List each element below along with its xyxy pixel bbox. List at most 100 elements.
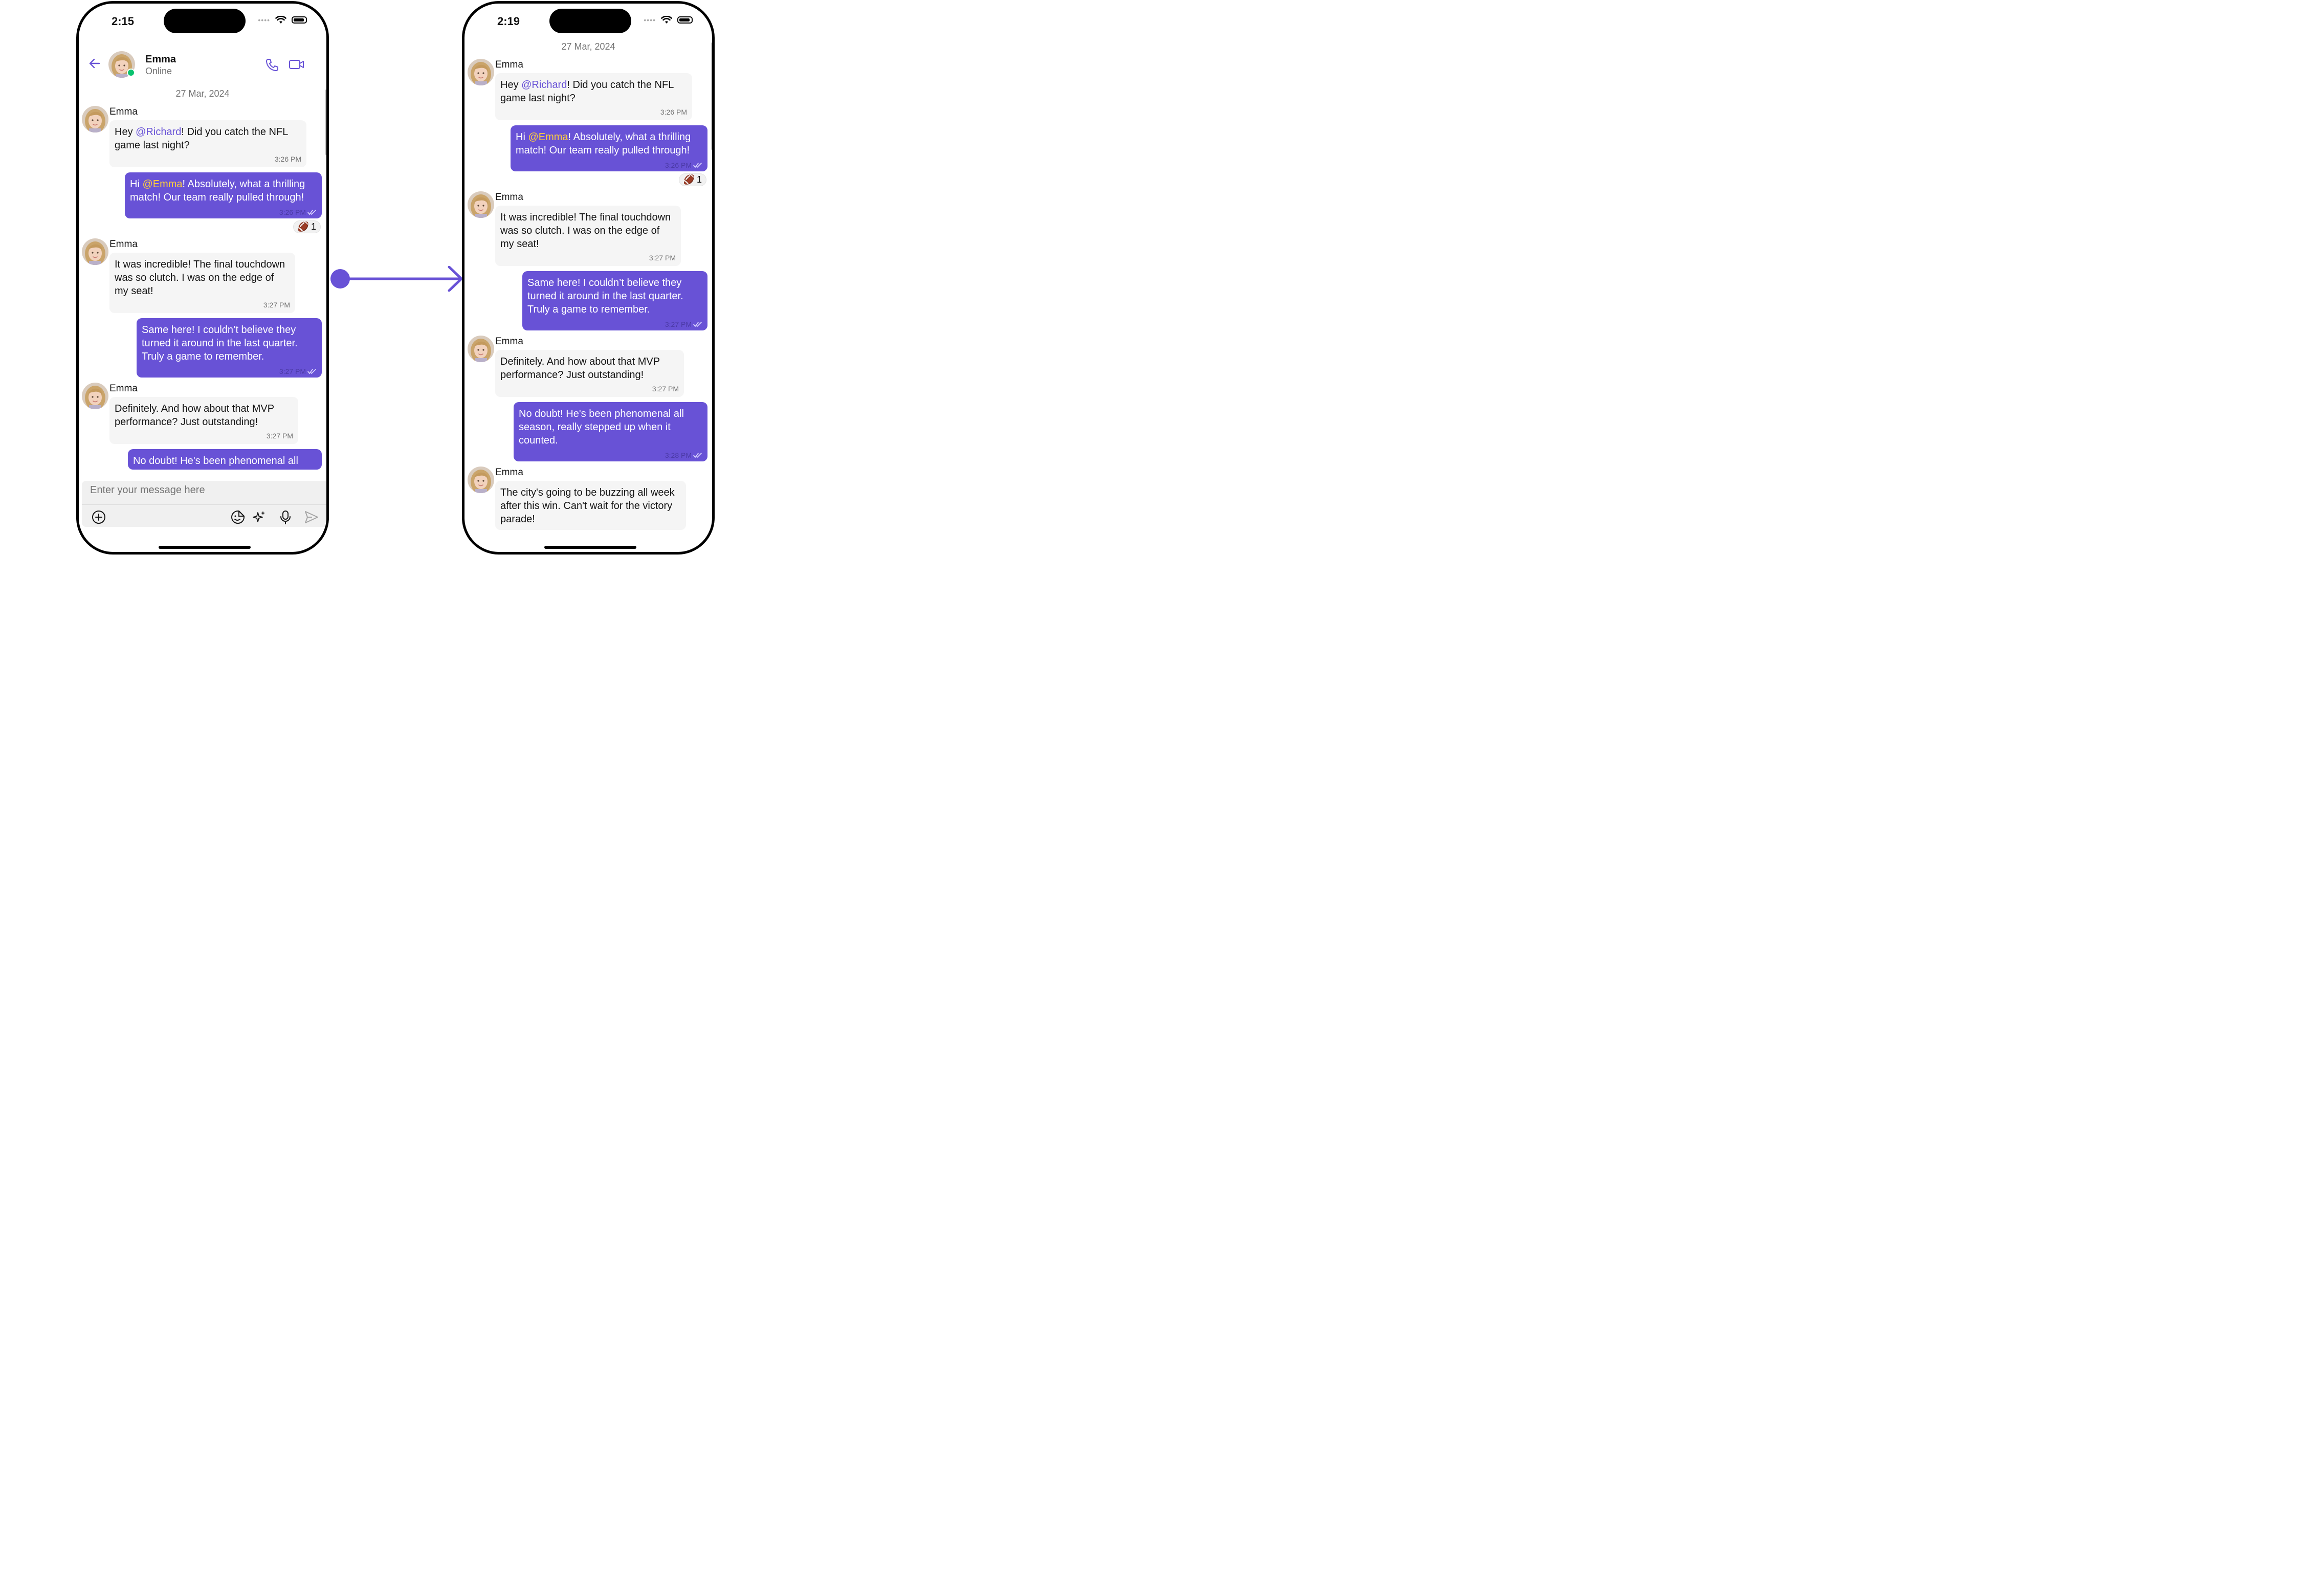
double-check-icon	[693, 322, 702, 327]
status-time: 2:15	[112, 15, 135, 28]
video-call-icon[interactable]	[289, 59, 305, 70]
reaction-count: 1	[311, 221, 316, 232]
message-incoming: Emma Hey @Richard! Did you catch the NFL…	[464, 59, 712, 120]
mention[interactable]: @Emma	[528, 131, 568, 143]
message-time: 3:26 PM	[660, 108, 687, 116]
message-input[interactable]	[89, 484, 316, 497]
message-bubble[interactable]: Hi @Emma! Absolutely, what a thrilling m…	[511, 125, 707, 171]
message-time: 3:26 PM	[274, 155, 301, 163]
dynamic-island	[164, 9, 246, 33]
message-text: Definitely. And how about that MVP perfo…	[115, 403, 274, 428]
message-outgoing: Hi @Emma! Absolutely, what a thrilling m…	[79, 172, 326, 233]
message-bubble[interactable]: Hey @Richard! Did you catch the NFL game…	[495, 73, 692, 120]
message-time: 3:27 PM	[665, 320, 692, 328]
add-attachment-icon[interactable]	[91, 509, 106, 525]
message-text: Hi @Emma! Absolutely, what a thrilling m…	[516, 131, 691, 156]
contact-status: Online	[145, 66, 172, 76]
mention[interactable]: @Richard	[136, 126, 181, 138]
message-bubble[interactable]: Same here! I couldn’t believe they turne…	[522, 271, 707, 330]
send-icon[interactable]	[304, 509, 319, 525]
sender-name: Emma	[109, 383, 138, 394]
message-time: 3:26 PM	[279, 208, 306, 216]
status-time: 2:19	[497, 15, 520, 28]
avatar[interactable]	[468, 191, 494, 218]
message-text: It was incredible! The final touchdown w…	[115, 259, 285, 297]
football-emoji: 🏈	[297, 221, 309, 232]
composer-divider	[82, 504, 326, 505]
sender-name: Emma	[109, 239, 138, 250]
phone-after: 2:19 •••• 27 Mar, 2024 Emma Hey @Richard…	[462, 1, 715, 555]
dynamic-island	[549, 9, 631, 33]
message-bubble[interactable]: Hi @Emma! Absolutely, what a thrilling m…	[125, 172, 322, 218]
message-incoming: Emma Definitely. And how about that MVP …	[464, 336, 712, 397]
double-check-icon	[307, 369, 316, 374]
message-text: Same here! I couldn’t believe they turne…	[142, 324, 298, 362]
battery-icon	[677, 16, 693, 24]
double-check-icon	[307, 210, 316, 215]
message-time: 3:26 PM	[665, 161, 692, 169]
message-text: No doubt! He's been phenomenal all seaso…	[519, 408, 684, 446]
ai-sparkle-icon[interactable]	[252, 509, 267, 525]
avatar[interactable]	[468, 467, 494, 493]
football-emoji: 🏈	[683, 174, 695, 185]
avatar[interactable]	[82, 106, 108, 132]
message-bubble[interactable]: Definitely. And how about that MVP perfo…	[109, 397, 298, 444]
message-bubble[interactable]: It was incredible! The final touchdown w…	[495, 206, 681, 266]
message-time: 3:28 PM	[665, 451, 692, 459]
message-bubble[interactable]: No doubt! He's been phenomenal all seaso…	[514, 402, 707, 461]
message-incoming: Emma It was incredible! The final touchd…	[464, 191, 712, 266]
signal-icon: ••••	[258, 16, 270, 24]
avatar[interactable]	[468, 59, 494, 85]
message-meta: 3:27 PM	[142, 367, 317, 375]
mention[interactable]: @Richard	[521, 79, 567, 91]
message-bubble[interactable]: Same here! I couldn’t believe they turne…	[137, 318, 322, 378]
date-separator: 27 Mar, 2024	[561, 41, 615, 52]
contact-name: Emma	[145, 54, 176, 65]
avatar[interactable]	[468, 336, 494, 362]
message-bubble[interactable]: Definitely. And how about that MVP perfo…	[495, 350, 684, 397]
avatar[interactable]	[82, 383, 108, 409]
message-list[interactable]: 27 Mar, 2024 Emma Hey @Richard! Did you …	[464, 40, 712, 537]
date-separator: 27 Mar, 2024	[175, 88, 230, 99]
avatar[interactable]	[82, 238, 108, 265]
mention[interactable]: @Emma	[142, 179, 182, 190]
chat-header: Emma Online	[79, 49, 326, 81]
message-meta: 3:27 PM	[527, 320, 702, 328]
reaction-count: 1	[696, 174, 702, 185]
message-bubble[interactable]: It was incredible! The final touchdown w…	[109, 253, 295, 313]
microphone-icon[interactable]	[278, 509, 293, 525]
message-outgoing: No doubt! He's been phenomenal all	[79, 449, 326, 470]
home-indicator	[159, 546, 251, 549]
wifi-icon	[275, 16, 286, 24]
message-meta: 3:28 PM	[519, 451, 702, 459]
double-check-icon	[693, 163, 702, 168]
message-text: Hey @Richard! Did you catch the NFL game…	[115, 126, 288, 151]
message-time: 3:27 PM	[649, 254, 676, 262]
message-incoming: Emma The city's going to be buzzing all …	[464, 467, 712, 530]
message-outgoing: Same here! I couldn’t believe they turne…	[79, 318, 326, 378]
message-bubble[interactable]: No doubt! He's been phenomenal all	[128, 449, 322, 470]
message-text: No doubt! He's been phenomenal all	[133, 455, 298, 467]
transition-arrow	[330, 266, 463, 292]
message-bubble[interactable]: Hey @Richard! Did you catch the NFL game…	[109, 120, 306, 167]
message-text: Same here! I couldn’t believe they turne…	[527, 277, 683, 315]
battery-icon	[292, 16, 307, 24]
sticker-icon[interactable]	[230, 509, 246, 525]
back-arrow-icon[interactable]	[88, 57, 101, 70]
signal-icon: ••••	[644, 16, 656, 24]
reaction-chip[interactable]: 🏈 1	[293, 220, 321, 233]
message-incoming: Emma Definitely. And how about that MVP …	[79, 383, 326, 444]
reaction-chip[interactable]: 🏈 1	[678, 173, 706, 186]
message-text: The city's going to be buzzing all week …	[500, 487, 675, 525]
message-outgoing: No doubt! He's been phenomenal all seaso…	[464, 402, 712, 461]
sender-name: Emma	[495, 192, 523, 203]
message-list[interactable]: 27 Mar, 2024 Emma Hey @Richard! Did you …	[79, 87, 326, 477]
message-incoming: Emma It was incredible! The final touchd…	[79, 238, 326, 313]
message-bubble[interactable]: The city's going to be buzzing all week …	[495, 481, 686, 530]
phone-call-icon[interactable]	[265, 58, 279, 72]
message-incoming: Emma Hey @Richard! Did you catch the NFL…	[79, 106, 326, 167]
message-text: Hi @Emma! Absolutely, what a thrilling m…	[130, 179, 305, 203]
message-time: 3:27 PM	[652, 385, 679, 393]
sender-name: Emma	[495, 467, 523, 478]
message-composer	[82, 481, 326, 527]
